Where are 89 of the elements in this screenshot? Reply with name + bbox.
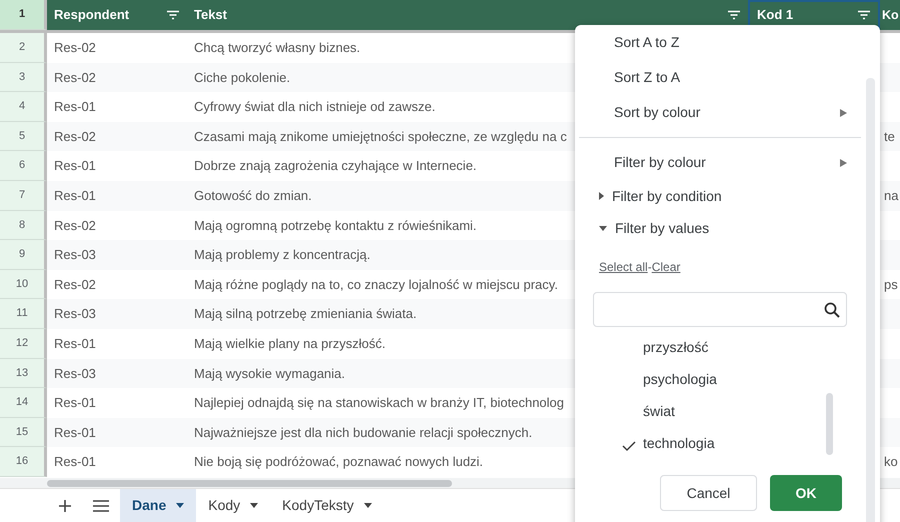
scrollbar[interactable] [826,393,833,455]
row-header[interactable]: 5 [0,122,47,152]
row-header[interactable]: 7 [0,180,47,211]
table-cell-text: Res-01 [53,99,97,114]
table-cell-text: Chcą tworzyć własny biznes. [193,40,362,56]
row-header[interactable]: 8 [0,210,47,240]
ok-button[interactable]: OK [770,475,842,511]
plus-icon [58,498,72,512]
header-label: Ko [882,6,899,24]
clear-link[interactable]: Clear [652,258,680,276]
table-cell-text: Gotowość do zmian. [193,188,313,204]
caret-icon [364,503,372,508]
menu-icon [92,498,110,512]
row-header[interactable]: 10 [0,270,47,300]
value-option[interactable]: świat [575,395,880,427]
sheet-tab[interactable]: KodyTeksty [270,489,384,522]
caret-icon [176,503,184,508]
table-cell-text: Res-02 [53,70,97,85]
value-option[interactable]: technologia [575,427,880,459]
menu-item[interactable]: Sort by colour [575,95,847,130]
row-header[interactable]: 3 [0,62,47,92]
table-cell-text: na [883,188,900,204]
collapse-arrow-icon [599,226,607,230]
row-header[interactable]: 1 [0,0,47,30]
table-cell-text: Res-01 [53,454,97,470]
row-header[interactable]: 2 [0,33,47,63]
filter-icon[interactable] [857,10,871,20]
table-cell-text: Res-01 [53,336,97,351]
cancel-button[interactable]: Cancel [660,475,757,511]
value-option[interactable]: przyszłość [575,331,880,363]
column-header[interactable]: Ko [880,0,900,30]
scrollbar-thumb[interactable] [47,480,452,487]
table-cell-text: Res-01 [53,395,97,410]
table-cell-text: Mają ogromną potrzebę kontaktu z rówieśnikami. [193,218,478,233]
sheet-tab[interactable]: Kody [196,489,270,522]
table-cell-text: Dobrze znają zagrożenia czyhające w Internecie. [193,158,478,174]
header-label: Kod 1 [757,6,794,24]
table-cell-text: Mają wysokie wymagania. [193,366,346,381]
header-label: Respondent [54,6,130,24]
filter-icon[interactable] [727,10,741,20]
table-cell-text: Najważniejsze jest dla nich budowanie relacji społecznych. [193,424,534,440]
table-cell-text: Ciche pokolenie. [193,70,292,85]
header-label: Tekst [194,6,227,24]
table-cell-text: Res-03 [53,247,97,262]
table-cell-text: Mają problemy z koncentracją. [193,247,372,262]
table-cell-text: Czasami mają znikome umiejętności społeczne, ze względu na c [193,128,568,144]
menu-item[interactable]: Filter by colour [575,145,847,180]
sheet-tab[interactable]: Dane [120,489,196,522]
select-all-link[interactable]: Select all [599,258,648,276]
submenu-arrow-icon [840,108,847,116]
row-header[interactable]: 15 [0,418,47,448]
table-cell-text: Najlepiej odnajdą się na stanowiskach w branży IT, biotechnolog [193,395,565,410]
table-cell-text: Nie boją się podróżować, poznawać nowych ludzi. [193,454,484,470]
table-cell-text: Cyfrowy świat dla nich istnieje od zawsze. [193,99,436,114]
table-cell-text: Res-02 [53,276,97,292]
row-header[interactable]: 11 [0,299,47,329]
menu-section[interactable]: Filter by values [575,212,847,244]
row-header[interactable]: 12 [0,328,47,359]
expand-arrow-icon [599,192,604,200]
separator: - [648,259,652,276]
table-cell-text: Mają różne poglądy na to, co znaczy lojalność w miejscu pracy. [193,276,559,292]
table-cell-text: Res-02 [53,218,97,233]
value-option[interactable]: psychologia [575,363,880,395]
table-cell-text: Res-03 [53,306,97,322]
caret-icon [250,503,258,508]
row-header[interactable]: 14 [0,388,47,418]
table-cell-text: Res-03 [53,366,97,381]
filter-icon[interactable] [166,10,180,20]
table-cell-text: Res-01 [53,424,97,440]
row-header[interactable]: 16 [0,447,47,477]
column-header[interactable]: Respondent [47,0,187,30]
table-cell-text: Res-02 [53,40,97,56]
menu-section[interactable]: Filter by condition [575,180,847,212]
search-field[interactable] [593,292,847,327]
table-cell-text: Res-01 [53,158,97,174]
submenu-arrow-icon [840,158,847,166]
table-cell-text: Mają wielkie plany na przyszłość. [193,336,386,351]
row-header[interactable]: 6 [0,151,47,181]
row-header[interactable]: 13 [0,358,47,388]
menu-item[interactable]: Sort Z to A [575,60,847,95]
table-cell-text: Res-01 [53,188,97,204]
search-icon [824,302,840,318]
row-header[interactable]: 4 [0,92,47,122]
table-cell-text: te [883,128,896,144]
table-cell-text: ko [883,454,899,470]
table-cell-text: Mają silną potrzebę zmieniania świata. [193,306,418,322]
table-cell-text: Res-02 [53,128,97,144]
row-header[interactable]: 9 [0,240,47,270]
table-cell-text: ps [883,276,899,292]
